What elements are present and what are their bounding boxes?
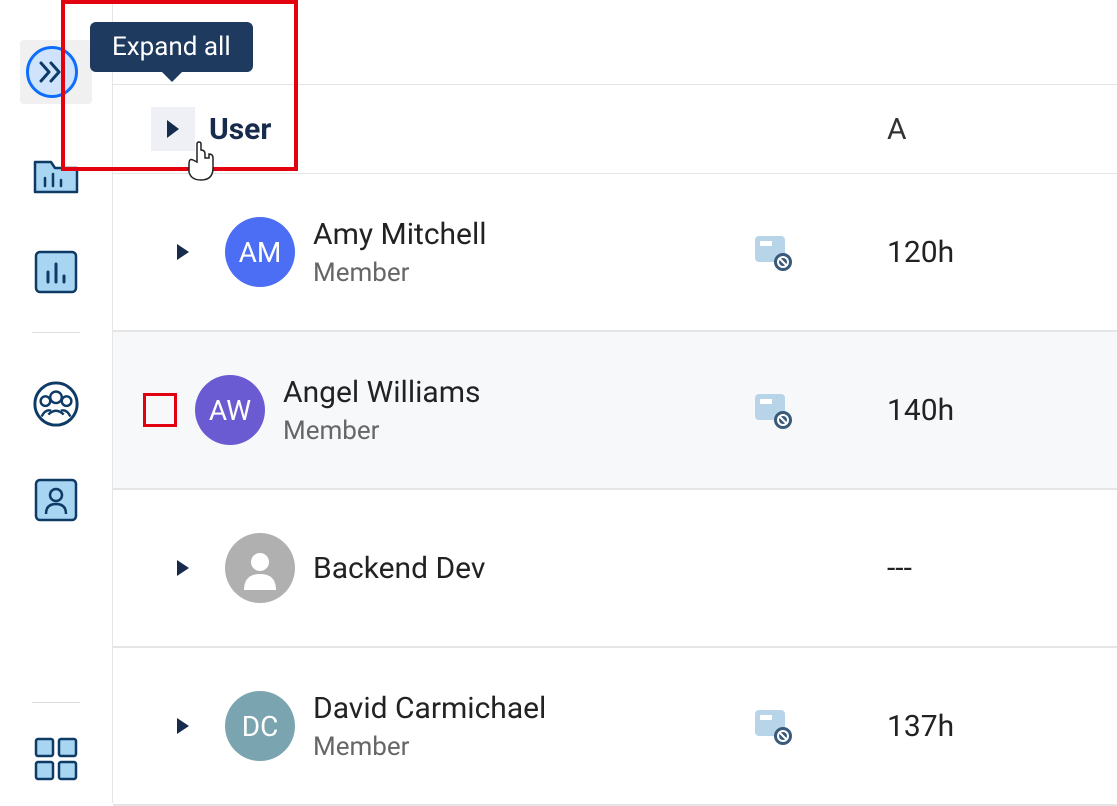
table-row: Backend Dev --- [113, 490, 1117, 648]
caret-right-icon [175, 716, 191, 736]
user-name: Backend Dev [313, 551, 485, 586]
folder-chart-icon [33, 156, 79, 196]
avatar: AW [195, 375, 265, 445]
expand-all-wrapper [20, 40, 92, 104]
avatar: AM [225, 217, 295, 287]
avatar [225, 533, 295, 603]
bar-chart-icon [34, 250, 78, 294]
user-name: Angel Williams [283, 375, 481, 410]
nav-team[interactable] [32, 380, 80, 428]
person-box-icon [34, 478, 78, 522]
caret-right-icon [164, 118, 182, 140]
user-info: Amy Mitchell Member [313, 217, 487, 288]
expand-all-button[interactable] [26, 46, 78, 98]
chevron-double-right-icon [39, 61, 65, 83]
hours-value: 137h [887, 709, 954, 744]
table-header: User A [113, 84, 1117, 174]
expand-row-button[interactable] [169, 712, 197, 740]
expand-row-button[interactable] [169, 554, 197, 582]
expand-all-tooltip: Expand all [90, 22, 253, 72]
nav-analytics[interactable] [32, 248, 80, 296]
user-info: David Carmichael Member [313, 691, 546, 762]
expand-all-header-button[interactable] [151, 107, 195, 151]
nav-reports[interactable] [32, 152, 80, 200]
restriction-icon [753, 232, 793, 272]
user-role: Member [313, 258, 487, 288]
user-name: Amy Mitchell [313, 217, 487, 252]
user-info: Angel Williams Member [283, 375, 481, 446]
hours-value: --- [887, 551, 912, 586]
caret-right-icon [175, 242, 191, 262]
table-row: AW Angel Williams Member 140h [113, 332, 1117, 490]
user-info: Backend Dev [313, 551, 485, 586]
grid-apps-icon [33, 736, 79, 782]
person-placeholder-icon [238, 546, 282, 590]
sidebar-divider [32, 332, 80, 333]
column-header-a: A [887, 112, 907, 147]
table-row: DC David Carmichael Member 137h [113, 648, 1117, 806]
sidebar [0, 0, 112, 803]
restriction-icon [753, 390, 793, 430]
user-name: David Carmichael [313, 691, 546, 726]
caret-right-icon [175, 558, 191, 578]
avatar: DC [225, 691, 295, 761]
column-header-user: User [209, 112, 271, 147]
main-content: User A AM Amy Mitchell Member 120h [112, 0, 1117, 803]
restriction-icon [753, 706, 793, 746]
table-row: AM Amy Mitchell Member 120h [113, 174, 1117, 332]
people-icon [32, 379, 80, 429]
hours-value: 140h [887, 393, 954, 428]
nav-apps[interactable] [32, 735, 80, 783]
user-role: Member [283, 416, 481, 446]
hours-value: 120h [887, 235, 954, 270]
nav-user[interactable] [32, 476, 80, 524]
sidebar-divider-2 [32, 702, 80, 703]
user-role: Member [313, 732, 546, 762]
expand-row-button[interactable] [169, 238, 197, 266]
expand-row-button[interactable] [143, 393, 177, 427]
